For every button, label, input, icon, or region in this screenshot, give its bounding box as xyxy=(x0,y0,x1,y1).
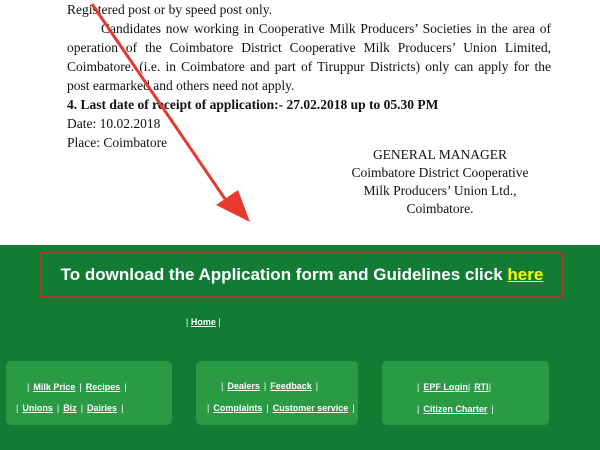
separator: | xyxy=(352,403,355,413)
panel2-row1: | Dealers | Feedback | xyxy=(221,376,318,394)
nav-panel-contact: | Dealers | Feedback | | Complaints | Cu… xyxy=(196,361,358,425)
panel2-row2: | Complaints | Customer service | xyxy=(207,398,355,416)
separator: | xyxy=(417,404,420,414)
arrow-shaft xyxy=(90,3,227,200)
download-here-link[interactable]: here xyxy=(507,265,543,284)
separator: | xyxy=(79,382,82,392)
separator: | xyxy=(80,403,84,413)
nav-panel-products: | Milk Price | Recipes | | Unions | Biz … xyxy=(6,361,172,425)
feedback-link[interactable]: Feedback xyxy=(270,381,312,391)
separator: | xyxy=(56,403,60,413)
separator: | xyxy=(488,382,492,392)
download-label: To download the Application form and Gui… xyxy=(60,265,508,284)
recipes-link[interactable]: Recipes xyxy=(86,382,121,392)
separator: | xyxy=(207,403,210,413)
dairies-link[interactable]: Dairies xyxy=(87,403,117,413)
dealers-link[interactable]: Dealers xyxy=(227,381,260,391)
separator: | xyxy=(186,317,189,327)
separator: | xyxy=(121,403,124,413)
panel3-row1: | EPF Login| RTI| xyxy=(417,377,491,395)
home-link[interactable]: Home xyxy=(191,317,216,327)
citizen-charter-link[interactable]: Citizen Charter xyxy=(423,404,487,414)
complaints-link[interactable]: Complaints xyxy=(213,403,262,413)
separator: | xyxy=(263,381,267,391)
download-banner: To download the Application form and Gui… xyxy=(40,252,564,298)
panel1-row1: | Milk Price | Recipes | xyxy=(27,377,127,395)
biz-link[interactable]: Biz xyxy=(63,403,77,413)
panel1-row2: | Unions | Biz | Dairies | xyxy=(16,398,123,416)
separator: | xyxy=(221,381,224,391)
nav-panel-info: | EPF Login| RTI| | Citizen Charter | xyxy=(382,361,549,425)
download-text: To download the Application form and Gui… xyxy=(61,265,544,285)
separator: | xyxy=(467,382,471,392)
milk-price-link[interactable]: Milk Price xyxy=(33,382,75,392)
separator: | xyxy=(315,381,319,391)
epf-login-link[interactable]: EPF Login xyxy=(423,382,468,392)
separator: | xyxy=(218,317,221,327)
separator: | xyxy=(27,382,30,392)
unions-link[interactable]: Unions xyxy=(22,403,53,413)
separator: | xyxy=(16,403,19,413)
panel3-row2: | Citizen Charter | xyxy=(417,399,494,417)
separator: | xyxy=(124,382,127,392)
customer-service-link[interactable]: Customer service xyxy=(273,403,349,413)
home-nav: | Home | xyxy=(186,317,221,327)
separator: | xyxy=(266,403,269,413)
separator: | xyxy=(417,382,420,392)
rti-link[interactable]: RTI xyxy=(474,382,489,392)
separator: | xyxy=(491,404,494,414)
